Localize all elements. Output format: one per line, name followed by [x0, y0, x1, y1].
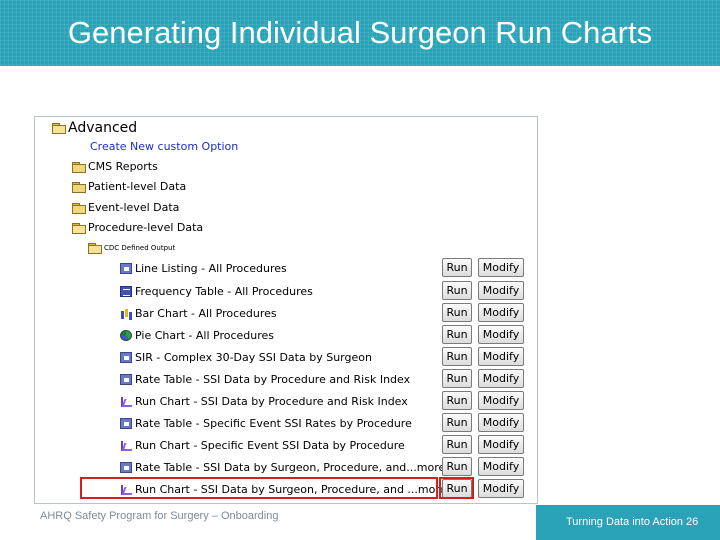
list-icon — [120, 417, 132, 429]
run-button[interactable]: Run — [442, 457, 472, 476]
modify-button[interactable]: Modify — [478, 435, 524, 454]
output-label[interactable]: Line Listing - All Procedures — [135, 262, 287, 275]
highlight-box-row — [80, 477, 438, 499]
output-row: Rate Table - SSI Data by Procedure and R… — [120, 369, 524, 389]
modify-button[interactable]: Modify — [478, 457, 524, 476]
run-button[interactable]: Run — [442, 413, 472, 432]
page-number: 26 — [686, 516, 699, 528]
modify-button[interactable]: Modify — [478, 413, 524, 432]
modify-button[interactable]: Modify — [478, 258, 524, 277]
run-chart-icon — [120, 396, 132, 407]
modify-button[interactable]: Modify — [478, 369, 524, 388]
modify-button[interactable]: Modify — [478, 281, 524, 300]
footer-section-name: Turning Data into Action — [566, 516, 683, 528]
output-label[interactable]: SIR - Complex 30-Day SSI Data by Surgeon — [135, 351, 372, 364]
folder-open-icon — [72, 222, 86, 234]
tree-root-advanced[interactable]: Advanced — [52, 120, 137, 136]
list-icon — [120, 461, 132, 473]
footer-band: Turning Data into Action 26 — [536, 505, 720, 540]
list-icon — [120, 351, 132, 363]
folder-label: CMS Reports — [88, 160, 158, 173]
output-label[interactable]: Frequency Table - All Procedures — [135, 285, 313, 298]
modify-button[interactable]: Modify — [478, 391, 524, 410]
frequency-table-icon — [120, 285, 132, 297]
run-chart-icon — [120, 440, 132, 451]
folder-icon — [72, 161, 86, 173]
output-label[interactable]: Run Chart - SSI Data by Procedure and Ri… — [135, 395, 408, 408]
folder-label: Patient-level Data — [88, 180, 187, 193]
footer-program-name: AHRQ Safety Program for Surgery – Onboar… — [40, 510, 279, 522]
run-button[interactable]: Run — [442, 435, 472, 454]
list-icon — [120, 262, 132, 274]
output-row: Pie Chart - All Procedures Run Modify — [120, 325, 524, 345]
create-custom-option[interactable]: Create New custom Option — [90, 140, 238, 153]
output-row: Frequency Table - All Procedures Run Mod… — [120, 281, 524, 301]
run-button[interactable]: Run — [442, 303, 472, 322]
modify-button[interactable]: Modify — [478, 303, 524, 322]
run-button[interactable]: Run — [442, 369, 472, 388]
run-button[interactable]: Run — [442, 258, 472, 277]
folder-event-level-data[interactable]: Event-level Data — [72, 201, 179, 214]
folder-open-icon — [88, 243, 102, 254]
folder-procedure-level-data[interactable]: Procedure-level Data — [72, 221, 203, 234]
highlight-box-run-button — [439, 477, 474, 499]
folder-patient-level-data[interactable]: Patient-level Data — [72, 180, 186, 193]
folder-icon — [72, 202, 86, 214]
output-row: Rate Table - SSI Data by Surgeon, Proced… — [120, 457, 524, 477]
folder-cdc-defined-output[interactable]: CDC Defined Output — [88, 243, 176, 254]
output-row: Run Chart - SSI Data by Procedure and Ri… — [120, 391, 524, 411]
slide-header: Generating Individual Surgeon Run Charts — [0, 0, 720, 66]
output-label[interactable]: Rate Table - SSI Data by Surgeon, Proced… — [135, 461, 445, 474]
output-row: Rate Table - Specific Event SSI Rates by… — [120, 413, 524, 433]
bar-chart-icon — [120, 308, 132, 319]
modify-button[interactable]: Modify — [478, 347, 524, 366]
output-row: Bar Chart - All Procedures Run Modify — [120, 303, 524, 323]
output-row: Run Chart - Specific Event SSI Data by P… — [120, 435, 524, 455]
folder-cms-reports[interactable]: CMS Reports — [72, 160, 158, 173]
output-label[interactable]: Rate Table - Specific Event SSI Rates by… — [135, 417, 412, 430]
folder-label: Event-level Data — [88, 201, 180, 214]
create-custom-option-link[interactable]: Create New custom Option — [90, 140, 238, 153]
output-label[interactable]: Rate Table - SSI Data by Procedure and R… — [135, 373, 410, 386]
output-label[interactable]: Pie Chart - All Procedures — [135, 329, 274, 342]
list-icon — [120, 373, 132, 385]
slide-title: Generating Individual Surgeon Run Charts — [67, 15, 653, 50]
folder-icon — [72, 181, 86, 193]
folder-label: Procedure-level Data — [88, 221, 204, 234]
output-row: Line Listing - All Procedures Run Modify — [120, 258, 524, 278]
output-label[interactable]: Bar Chart - All Procedures — [135, 307, 277, 320]
run-button[interactable]: Run — [442, 281, 472, 300]
pie-chart-icon — [120, 329, 132, 341]
folder-open-icon — [52, 123, 66, 134]
run-button[interactable]: Run — [442, 391, 472, 410]
run-button[interactable]: Run — [442, 347, 472, 366]
modify-button[interactable]: Modify — [478, 325, 524, 344]
run-button[interactable]: Run — [442, 325, 472, 344]
output-label[interactable]: Run Chart - Specific Event SSI Data by P… — [135, 439, 405, 452]
folder-label: CDC Defined Output — [104, 244, 176, 252]
modify-button[interactable]: Modify — [478, 479, 524, 498]
output-row: SIR - Complex 30-Day SSI Data by Surgeon… — [120, 347, 524, 367]
tree-root-label: Advanced — [68, 120, 138, 136]
